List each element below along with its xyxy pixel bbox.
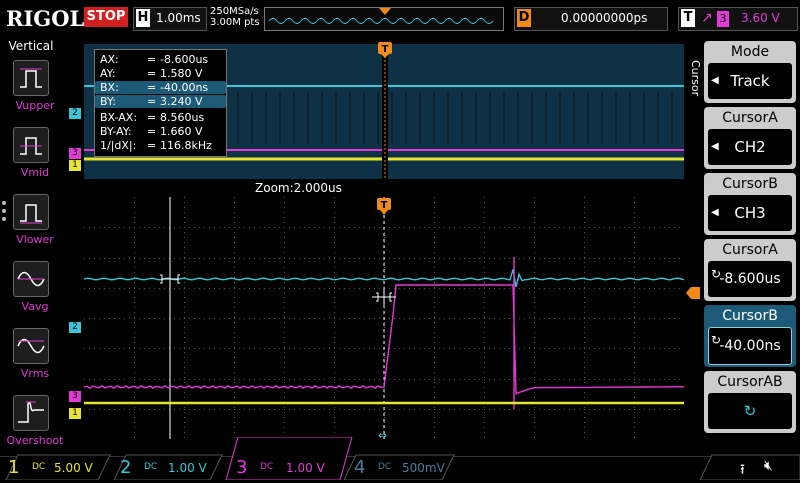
scroll-dot	[2, 201, 6, 205]
knob-icon: ↻	[711, 267, 722, 281]
left-arrow-icon: ◀	[711, 207, 719, 218]
zoom-label: Zoom:2.000us	[255, 181, 342, 195]
left-arrow-icon: ◀	[711, 141, 719, 152]
channel-1[interactable]: 1 DC 5.00 V	[6, 456, 106, 480]
vertical-panel-title: Vertical	[8, 39, 54, 53]
ch3-marker[interactable]: 3	[69, 391, 81, 402]
vlower-button[interactable]	[13, 194, 49, 230]
vupper-button[interactable]	[13, 60, 49, 96]
cursor-a-cross	[160, 273, 180, 285]
usb-icon: ⭱	[740, 462, 745, 478]
cursor-b-source-menu[interactable]: CursorB CH3 ◀	[704, 173, 796, 235]
mode-value: Track	[708, 63, 792, 99]
svg-text:T: T	[382, 44, 389, 55]
readout-row: AY: = 1.580 V	[100, 67, 203, 80]
readout-row: BX-AX: = 8.560us	[100, 111, 205, 124]
sample-rate: 250MSa/s	[210, 6, 259, 17]
delay-label: D	[517, 9, 531, 27]
vrms-icon	[17, 338, 45, 354]
delay-value: 0.00000000ps	[561, 11, 648, 25]
memory-depth: 3.00M pts	[210, 17, 260, 28]
cursor-b-cross	[372, 289, 396, 305]
vmid-label: Vmid	[20, 166, 50, 179]
cursor-a-source-title: CursorA	[722, 110, 778, 126]
vlower-label: Vlower	[16, 233, 54, 246]
cursor-ab-menu[interactable]: CursorAB ↻	[704, 371, 796, 433]
overview-trigger-marker: T	[378, 42, 392, 62]
readout-row: AX: = -8.600us	[100, 53, 209, 66]
scroll-dot	[2, 217, 6, 221]
vmid-icon	[20, 137, 42, 155]
sample-info: 250MSa/s 3.00M pts	[210, 6, 260, 28]
menu-side-label: Cursor	[689, 60, 702, 97]
overshoot-icon	[18, 401, 44, 423]
ch1-marker[interactable]: 1	[69, 408, 81, 419]
vupper-icon	[20, 68, 42, 88]
ch2-marker[interactable]: 2	[69, 322, 81, 333]
channel-4[interactable]: 4 DC 500mV	[352, 456, 452, 480]
scroll-dot	[2, 209, 6, 213]
vmid-button[interactable]	[13, 127, 49, 163]
vavg-label: Vavg	[21, 300, 49, 313]
left-arrow-icon: ◀	[711, 75, 719, 86]
mode-menu[interactable]: Mode Track ◀	[704, 41, 796, 103]
readout-row-selected: BX: = -40.00ns	[95, 81, 226, 94]
horizontal-timebase[interactable]: H 1.00ms	[133, 7, 207, 31]
main-trigger-marker[interactable]: T	[377, 198, 391, 220]
trigger-level: 3.60 V	[741, 11, 780, 25]
horizontal-label: H	[136, 9, 150, 27]
vupper-label: Vupper	[15, 99, 55, 112]
svg-text:T: T	[381, 200, 388, 211]
cursor-b-position-menu[interactable]: CursorB -40.00ns ↻	[704, 305, 796, 367]
readout-row: 1/|dX|: = 116.8kHz	[100, 139, 212, 152]
mode-title: Mode	[730, 44, 770, 60]
speaker-muted-icon[interactable]: 🔇︎	[764, 458, 773, 474]
trigger-settings[interactable]: T ↗ 3 3.60 V	[678, 7, 798, 31]
channel-3[interactable]: 3 DC 1.00 V	[234, 456, 344, 480]
zoom-waveform	[83, 197, 685, 439]
memory-overview-wave	[268, 8, 494, 24]
knob-icon: ↻	[743, 402, 757, 420]
run-stop-status[interactable]: STOP	[84, 7, 128, 27]
trigger-level-marker[interactable]	[686, 284, 700, 303]
ch1-marker-overview[interactable]: 1	[69, 160, 81, 171]
vavg-icon	[17, 271, 45, 287]
memory-window-overview[interactable]	[264, 7, 504, 31]
timebase-value: 1.00ms	[156, 11, 201, 25]
overshoot-button[interactable]	[13, 395, 49, 431]
main-waveform-area[interactable]	[83, 197, 685, 439]
brand-logo: RIGOL	[6, 6, 85, 31]
cursor-a-position-menu[interactable]: CursorA -8.600us ↻	[704, 239, 796, 301]
vrms-label: Vrms	[20, 367, 50, 380]
trigger-source: 3	[717, 11, 729, 27]
cursor-ab-knob: ↻	[708, 393, 792, 429]
cursor-a-source-menu[interactable]: CursorA CH2 ◀	[704, 107, 796, 169]
vrms-button[interactable]	[13, 328, 49, 364]
ch3-marker-overview[interactable]: 3	[69, 148, 81, 159]
readout-row-selected: BY: = 3.240 V	[95, 95, 226, 108]
knob-icon: ↻	[711, 333, 722, 347]
channel-2[interactable]: 2 DC 1.00 V	[118, 456, 218, 480]
cursor-readout-table: AX: = -8.600us AY: = 1.580 V BX: = -40.00ns BY…	[94, 49, 227, 157]
horizontal-delay[interactable]: D 0.00000000ps	[514, 7, 668, 31]
cursor-ab-title: CursorAB	[717, 374, 783, 390]
cursor-b-source-title: CursorB	[722, 176, 778, 192]
cursor-b-source-value: CH3	[708, 195, 792, 231]
rising-edge-icon: ↗	[701, 10, 713, 26]
vlower-icon	[20, 204, 42, 224]
trigger-label: T	[681, 9, 695, 27]
vavg-button[interactable]	[13, 261, 49, 297]
cursor-a-source-value: CH2	[708, 129, 792, 165]
ch2-marker-overview[interactable]: 2	[69, 108, 81, 119]
readout-row: BY-AY: = 1.660 V	[100, 125, 203, 138]
